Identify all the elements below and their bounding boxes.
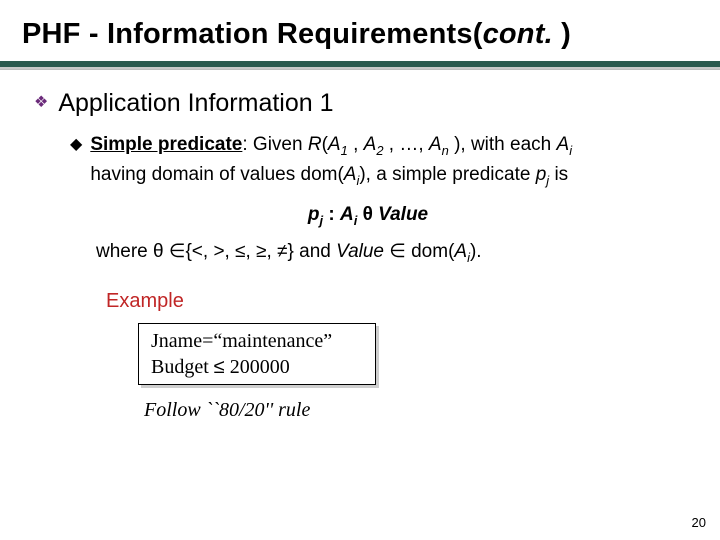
title-tail: ) (553, 18, 571, 50)
slide-title: PHF - Information Requirements(cont. ) (0, 0, 720, 55)
example-line1: Jname=“maintenance” (151, 328, 363, 354)
example-box: Jname=“maintenance” Budget ≤ 200000 (138, 323, 376, 385)
ex2op: ≤ (214, 356, 225, 378)
title-thin-rule (0, 69, 720, 70)
t-s1: 1 (341, 143, 348, 158)
t-si: i (569, 143, 572, 158)
lvl1-text: Application Information 1 (58, 88, 333, 118)
formula: pj : Ai θ Value (34, 204, 702, 226)
sunburst-icon: ◆ (70, 130, 82, 160)
w-value: Value (336, 241, 384, 262)
f-A: A (340, 204, 354, 225)
w-pre: where (96, 241, 153, 262)
f-value: Value (378, 204, 428, 225)
example-label: Example (106, 290, 702, 313)
t-l2a: having domain of values dom( (90, 164, 343, 185)
ex2b: 200000 (225, 356, 290, 378)
w-in2: ∈ dom( (384, 241, 454, 262)
where-line: where θ ∈{<, >, ≤, ≥, ≠} and Value ∈ dom… (96, 238, 702, 266)
title-main: PHF - Information Requirements( (22, 18, 483, 50)
t-p: p (536, 164, 547, 185)
t-Ai: A (557, 134, 570, 155)
diamond-icon: ❖ (34, 88, 48, 118)
lvl2-text: Simple predicate: Given R(A1 , A2 , …, A… (90, 130, 572, 190)
t-A2a: A (364, 134, 377, 155)
t-R: R (308, 134, 322, 155)
w-in: ∈ (169, 241, 186, 262)
f-p: p (308, 204, 320, 225)
t-A1a: A (328, 134, 341, 155)
w-A: A (454, 241, 467, 262)
w-set: {<, >, ≤, ≥, ≠} and (185, 241, 336, 262)
t-Ana: A (429, 134, 442, 155)
simple-predicate-label: Simple predicate (90, 134, 242, 155)
title-cont: cont. (483, 18, 553, 50)
t-s2: 2 (376, 143, 383, 158)
t-is: is (549, 164, 568, 185)
t-close: ), with each (449, 134, 557, 155)
bullet-level2: ◆ Simple predicate: Given R(A1 , A2 , …,… (70, 130, 702, 190)
ex2a: Budget (151, 356, 214, 378)
f-colon: : (323, 204, 340, 225)
t-c1: , (348, 134, 364, 155)
t-dots: , …, (384, 134, 429, 155)
t-Ai2: A (344, 164, 357, 185)
w-theta: θ (153, 241, 169, 262)
f-theta: θ (357, 204, 378, 225)
page-number: 20 (692, 515, 706, 530)
t-sn: n (442, 143, 449, 158)
t-given: : Given (242, 134, 307, 155)
title-rule (0, 61, 720, 67)
example-line2: Budget ≤ 200000 (151, 354, 363, 380)
w-tail: ). (470, 241, 482, 262)
t-l2b: ), a simple predicate (359, 164, 535, 185)
follow-line: Follow ``80/20'' rule (144, 399, 702, 422)
bullet-level1: ❖ Application Information 1 (34, 88, 702, 118)
